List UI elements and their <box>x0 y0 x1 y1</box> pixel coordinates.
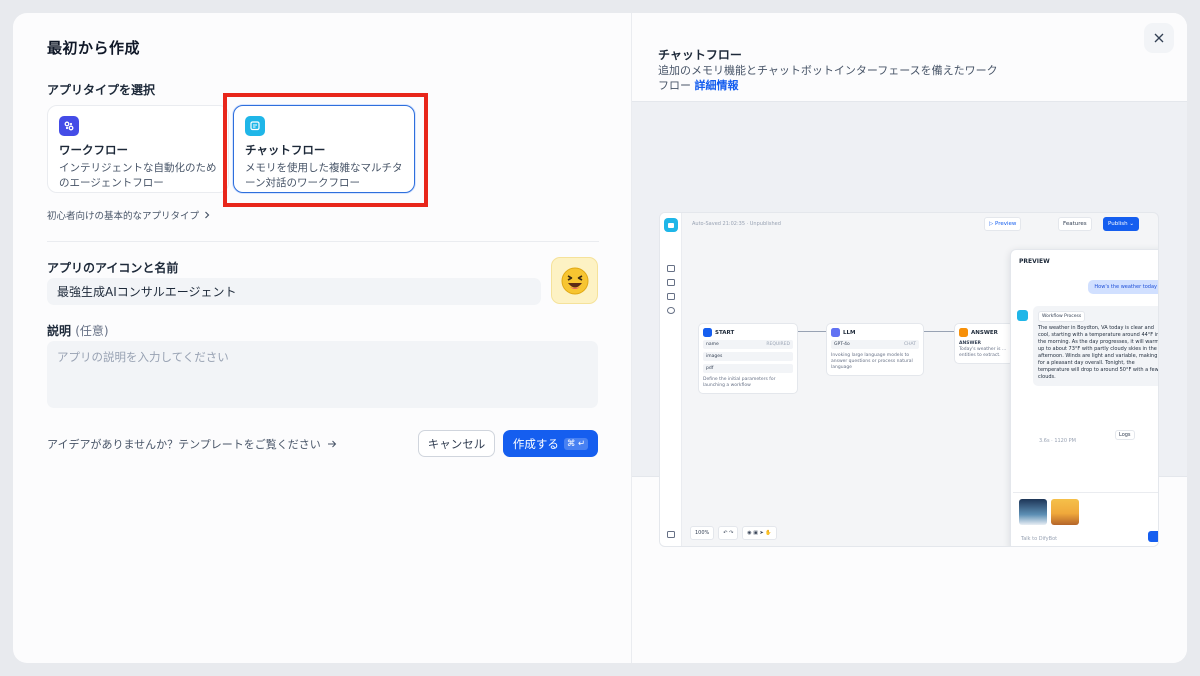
chat-placeholder: Talk to DifyBot <box>1021 536 1058 542</box>
home-icon <box>703 328 712 337</box>
app-icon <box>667 265 675 272</box>
preview-panel: チャットフロー 追加のメモリ機能とチャットボットインターフェースを備えたワークフ… <box>631 13 1187 663</box>
icon-name-label: アプリのアイコンと名前 <box>47 261 179 275</box>
edge-start-llm <box>798 331 826 332</box>
logs-button: Logs <box>1115 430 1135 440</box>
optional-tag: (任意) <box>75 324 109 338</box>
tools-icon: ◉ ▣ ➤ ✋ <box>742 526 777 540</box>
undo-icon: ↶ ↷ <box>718 526 739 540</box>
mini-chat-input: Talk to DifyBot <box>1013 492 1158 546</box>
app-type-workflow-card[interactable]: ワークフロー インテリジェントな自動化のため のエージェントフロー <box>47 105 229 193</box>
preview-description: 追加のメモリ機能とチャットボットインターフェースを備えたワークフロー 詳細情報 <box>658 64 998 92</box>
section-divider <box>47 241 599 242</box>
mini-bottom-toolbar: 100% ↶ ↷ ◉ ▣ ➤ ✋ <box>690 526 777 540</box>
desert-image-thumb <box>1051 499 1079 525</box>
doc-icon <box>667 293 675 300</box>
selection-highlight-box <box>223 93 428 207</box>
shortcut-hint: ⌘ ↵ <box>563 437 589 450</box>
create-form-panel: 最初から作成 アプリタイプを選択 ワークフロー インテリジェントな自動化のための… <box>13 13 631 663</box>
mini-sidebar <box>660 213 682 546</box>
answer-node: ANSWER ANSWER Today's weather is ... ent… <box>954 323 1014 364</box>
arrow-right-icon <box>327 440 337 448</box>
create-app-dialog: 最初から作成 アプリタイプを選択 ワークフロー インテリジェントな自動化のための… <box>13 13 1187 663</box>
description-input[interactable]: アプリの説明を入力してください <box>47 341 598 408</box>
llm-icon <box>831 328 840 337</box>
image-icon <box>667 279 675 286</box>
workflow-name: ワークフロー <box>59 143 128 157</box>
llm-node: LLM GPT-4o CHAT Invoking large language m… <box>826 323 924 376</box>
start-node: START name REQUIRED images pdf Define the… <box>698 323 798 394</box>
mini-toolbar: Auto-Saved 21:02:35 · Unpublished ▷ Prev… <box>682 213 1158 237</box>
user-message: How's the weather today <box>1088 280 1158 294</box>
mini-preview-button: ▷ Preview <box>984 217 1022 231</box>
chevron-right-icon <box>205 211 210 219</box>
create-button[interactable]: 作成する ⌘ ↵ <box>503 430 598 457</box>
description-placeholder: アプリの説明を入力してください <box>57 350 229 364</box>
bot-logo-icon <box>664 218 678 232</box>
close-button[interactable] <box>1144 23 1174 53</box>
zoom-level: 100% <box>690 526 715 540</box>
message-meta: 3.6s · 1120 PM <box>1039 438 1076 444</box>
app-name-value: 最強生成AIコンサルエージェント <box>57 285 237 299</box>
preview-image-area: Auto-Saved 21:02:35 · Unpublished ▷ Prev… <box>632 101 1187 547</box>
globe-icon <box>667 307 675 314</box>
mini-publish-button: Publish ⌄ <box>1103 217 1139 231</box>
panel-icon <box>667 531 675 538</box>
detail-link[interactable]: 詳細情報 <box>695 79 739 92</box>
template-link[interactable]: アイデアがありませんか？テンプレートをご覧ください <box>47 436 337 452</box>
template-link-text: アイデアがありませんか？テンプレートをご覧ください <box>47 438 321 451</box>
edge-llm-answer <box>924 331 954 332</box>
workflow-icon <box>59 116 79 136</box>
dialog-title: 最初から作成 <box>47 39 141 57</box>
workflow-desc: インテリジェントな自動化のため のエージェントフロー <box>59 162 217 189</box>
grinning-squint-emoji-icon <box>561 267 588 294</box>
autosave-status: Auto-Saved 21:02:35 · Unpublished <box>692 221 781 227</box>
bot-message: Workflow Process The weather in Boydton,… <box>1033 306 1158 386</box>
app-name-input[interactable]: 最強生成AIコンサルエージェント <box>47 278 541 305</box>
preview-title: チャットフロー <box>658 48 742 62</box>
mini-features-button: Features <box>1058 217 1092 231</box>
app-icon-picker[interactable] <box>551 257 598 304</box>
create-button-label: 作成する <box>512 436 559 451</box>
beginner-link-text: 初心者向けの基本的なアプリタイプ <box>47 211 200 222</box>
bot-avatar <box>1017 310 1028 321</box>
app-type-label: アプリタイプを選択 <box>47 83 156 97</box>
workflow-process-badge: Workflow Process <box>1038 311 1086 322</box>
send-icon <box>1148 531 1158 542</box>
answer-icon <box>959 328 968 337</box>
cancel-button[interactable]: キャンセル <box>418 430 495 457</box>
beginner-app-types-link[interactable]: 初心者向けの基本的なアプリタイプ <box>47 208 211 222</box>
mini-chat-preview: PREVIEW How's the weather today Workflow… <box>1010 249 1158 546</box>
close-icon <box>1154 33 1164 43</box>
description-label: 説明 (任意) <box>47 324 109 338</box>
mountain-image-thumb <box>1019 499 1047 525</box>
chatflow-preview-screenshot: Auto-Saved 21:02:35 · Unpublished ▷ Prev… <box>659 212 1159 547</box>
